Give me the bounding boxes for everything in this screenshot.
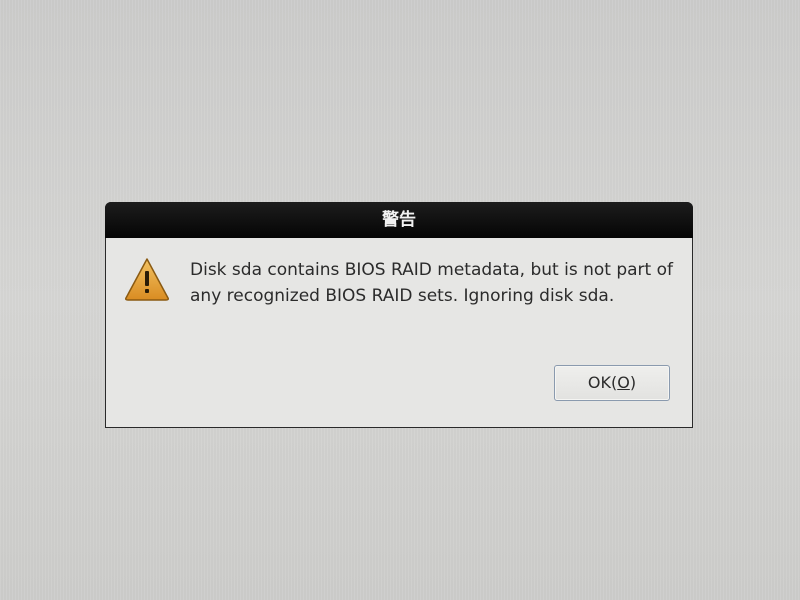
warning-triangle-icon <box>125 258 169 301</box>
dialog-message: Disk sda contains BIOS RAID metadata, bu… <box>190 260 673 306</box>
ok-label-prefix: OK( <box>587 373 618 392</box>
ok-label-suffix: ) <box>629 373 637 392</box>
warning-dialog: 警告 Disk sda contains BIOS RAID metadata,… <box>105 202 693 428</box>
ok-button[interactable]: OK(O) <box>554 365 670 401</box>
dialog-titlebar[interactable]: 警告 <box>105 202 693 238</box>
dialog-title: 警告 <box>382 210 416 230</box>
ok-label-mnemonic: O <box>617 373 630 392</box>
